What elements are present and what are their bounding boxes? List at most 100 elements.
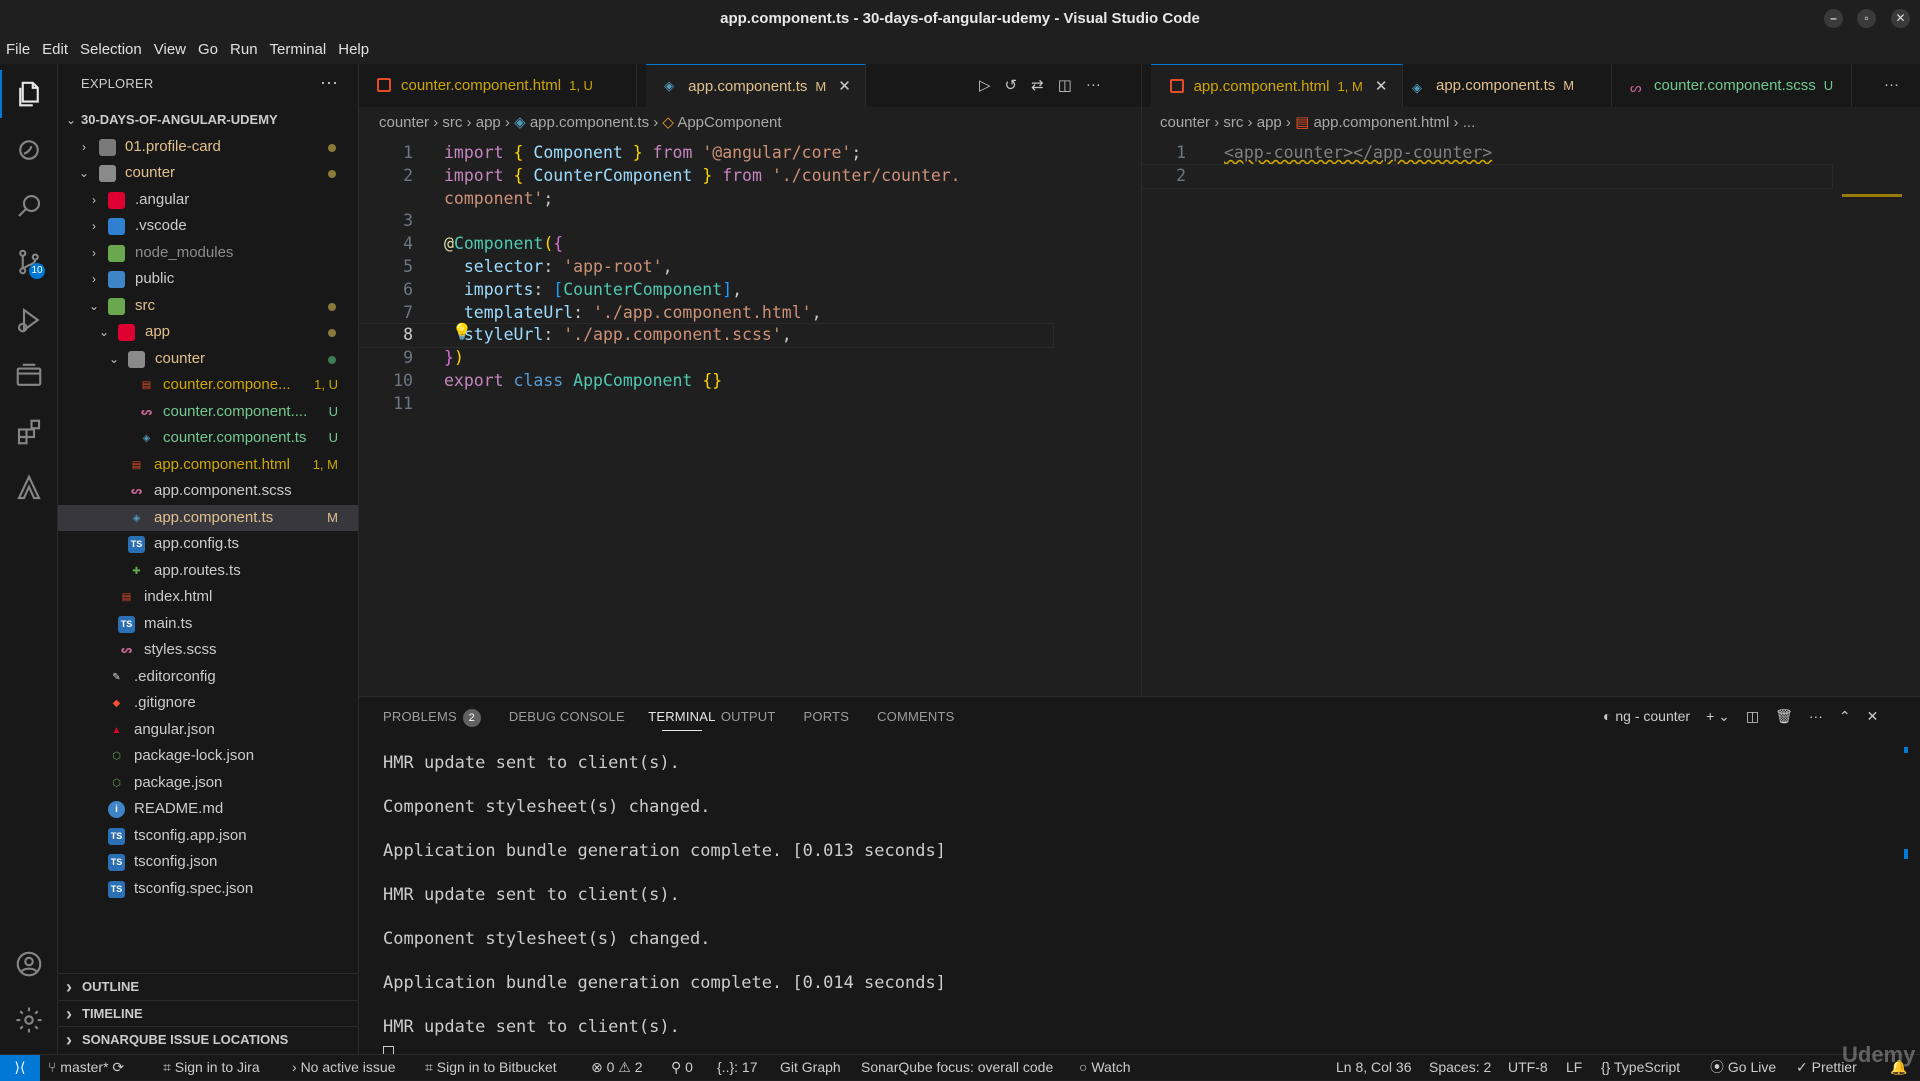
tab-app-component-ts[interactable]: ◈ app.component.ts M [1394, 64, 1612, 107]
extensions-icon[interactable] [9, 412, 49, 452]
braces-status[interactable]: {..}: 17 [717, 1055, 757, 1080]
menu-selection[interactable]: Selection [74, 37, 148, 64]
tab-terminal[interactable]: TERMINAL [648, 697, 715, 737]
tree-item[interactable]: TS app.config.ts [58, 531, 358, 558]
issue-status[interactable]: › No active issue [292, 1055, 396, 1080]
tree-item[interactable]: ▤ counter.compone... 1, U [58, 372, 358, 399]
sonarqube-section[interactable]: SONARQUBE ISSUE LOCATIONS [58, 1026, 358, 1053]
jira-status[interactable]: ⌗ Sign in to Jira [163, 1055, 260, 1080]
tree-item[interactable]: › 01.profile-card [58, 134, 358, 161]
menu-run[interactable]: Run [224, 37, 264, 64]
tree-item[interactable]: › .angular [58, 187, 358, 214]
minimize-button[interactable]: – [1824, 9, 1843, 28]
code-area-right[interactable]: 1 <app-counter></app-counter> 2 [1141, 142, 1833, 189]
menu-go[interactable]: Go [192, 37, 224, 64]
terminal-output[interactable]: HMR update sent to client(s). Component … [383, 741, 946, 1066]
tree-item[interactable]: ᔕ app.component.scss [58, 478, 358, 505]
search-icon[interactable] [9, 186, 49, 226]
tree-item[interactable]: ✚ app.routes.ts [58, 558, 358, 585]
tree-item[interactable]: ⌄ src [58, 293, 358, 320]
tree-item[interactable]: TS main.ts [58, 611, 358, 638]
accounts-icon[interactable] [9, 944, 49, 984]
run-debug-icon[interactable] [9, 300, 49, 340]
tree-item[interactable]: TS tsconfig.app.json [58, 823, 358, 850]
menu-edit[interactable]: Edit [36, 37, 74, 64]
more-actions-icon[interactable]: ··· [1086, 76, 1101, 94]
sonarlint-icon[interactable] [9, 130, 49, 170]
menu-view[interactable]: View [148, 37, 192, 64]
compare-icon[interactable]: ⇄ [1031, 76, 1044, 94]
tree-item[interactable]: › node_modules [58, 240, 358, 267]
tree-item[interactable]: TS tsconfig.json [58, 849, 358, 876]
cursor-position[interactable]: Ln 8, Col 36 [1336, 1055, 1412, 1080]
minimap[interactable] [1842, 194, 1902, 197]
sonarqube-status[interactable]: SonarQube focus: overall code [861, 1055, 1053, 1080]
trash-icon[interactable]: 🗑 [1775, 708, 1793, 725]
split-terminal-icon[interactable]: ◫ [1746, 708, 1759, 725]
go-live-button[interactable]: ⦿ Go Live [1710, 1055, 1776, 1080]
indentation-status[interactable]: Spaces: 2 [1429, 1055, 1491, 1080]
remote-explorer-icon[interactable] [9, 356, 49, 396]
menu-terminal[interactable]: Terminal [264, 37, 333, 64]
tree-item[interactable]: ▤ app.component.html 1, M [58, 452, 358, 479]
explorer-icon[interactable] [9, 74, 49, 114]
tree-item[interactable]: ▤ index.html [58, 584, 358, 611]
git-graph-button[interactable]: Git Graph [780, 1055, 841, 1080]
tree-item[interactable]: ◈ counter.component.ts U [58, 425, 358, 452]
more-actions-icon[interactable]: ··· [1884, 76, 1899, 93]
timeline-section[interactable]: TIMELINE [58, 1000, 358, 1027]
close-tab-icon[interactable]: ✕ [1375, 65, 1388, 108]
tab-debug-console[interactable]: DEBUG CONSOLE [509, 697, 625, 737]
menu-file[interactable]: File [0, 37, 36, 64]
tree-root[interactable]: ⌄ 30-DAYS-OF-ANGULAR-UDEMY [58, 107, 358, 134]
remote-icon[interactable]: ⟩⟨ [0, 1055, 40, 1081]
more-actions-icon[interactable]: ··· [1809, 708, 1823, 725]
tree-item-selected[interactable]: ◈ app.component.ts M [58, 504, 358, 531]
tab-ports[interactable]: PORTS [804, 697, 850, 737]
more-actions-icon[interactable]: ··· [320, 64, 338, 100]
timeline-icon[interactable]: ↺ [1005, 76, 1018, 94]
tree-item[interactable]: i README.md [58, 796, 358, 823]
lightbulb-icon[interactable]: 💡 [452, 322, 472, 342]
tab-output[interactable]: OUTPUT [721, 697, 776, 737]
tree-item[interactable]: ▲ angular.json [58, 717, 358, 744]
code-area[interactable]: 1 import { Component } from '@angular/cor… [358, 142, 1054, 416]
tree-item[interactable]: ⬡ package-lock.json [58, 743, 358, 770]
close-panel-icon[interactable]: ✕ [1867, 708, 1879, 725]
tab-app-component-html[interactable]: app.component.html 1, M ✕ [1151, 64, 1403, 107]
close-tab-icon[interactable]: ✕ [838, 65, 851, 108]
maximize-button[interactable]: ▫ [1857, 9, 1876, 28]
tree-item[interactable]: ᔕ styles.scss [58, 637, 358, 664]
encoding-status[interactable]: UTF-8 [1508, 1055, 1548, 1080]
split-editor-icon[interactable]: ◫ [1058, 76, 1072, 94]
maximize-panel-icon[interactable]: ⌃ [1839, 708, 1851, 725]
tree-item[interactable]: ✎ .editorconfig [58, 664, 358, 691]
tree-item[interactable]: ◆ .gitignore [58, 690, 358, 717]
bitbucket-status[interactable]: ⌗ Sign in to Bitbucket [425, 1055, 557, 1080]
tab-problems[interactable]: PROBLEMS 2 [383, 697, 481, 737]
branch-status[interactable]: ⑂ master* ⟳ [48, 1055, 124, 1080]
tree-item[interactable]: ᔕ counter.component.... U [58, 399, 358, 426]
run-icon[interactable]: ▷ [979, 76, 991, 94]
new-terminal-icon[interactable]: + ⌄ [1706, 708, 1730, 725]
tab-comments[interactable]: COMMENTS [877, 697, 954, 737]
tab-counter-component-html[interactable]: counter.component.html 1, U [359, 64, 637, 107]
tree-item[interactable]: › .vscode [58, 213, 358, 240]
terminal-select[interactable]: ◐ ng - counter [1603, 708, 1690, 725]
ports-status[interactable]: ⚲ 0 [671, 1055, 693, 1080]
close-window-button[interactable]: ✕ [1891, 9, 1910, 28]
language-status[interactable]: {} TypeScript [1601, 1055, 1680, 1080]
outline-section[interactable]: OUTLINE [58, 973, 358, 1000]
angular-icon[interactable] [9, 468, 49, 508]
tree-item[interactable]: ⬡ package.json [58, 770, 358, 797]
tab-counter-component-scss[interactable]: ᔕ counter.component.scss U [1612, 64, 1852, 107]
tab-app-component-ts[interactable]: ◈ app.component.ts M ✕ [646, 64, 866, 107]
tree-item[interactable]: › public [58, 266, 358, 293]
watch-button[interactable]: ○ Watch [1079, 1055, 1131, 1080]
source-control-icon[interactable]: 10 [9, 242, 49, 282]
tree-item[interactable]: ⌄ counter [58, 346, 358, 373]
tree-item[interactable]: TS tsconfig.spec.json [58, 876, 358, 903]
problems-status[interactable]: ⊗ 0 ⚠ 2 [591, 1055, 643, 1080]
tree-item[interactable]: ⌄ counter [58, 160, 358, 187]
gear-icon[interactable] [9, 1000, 49, 1040]
